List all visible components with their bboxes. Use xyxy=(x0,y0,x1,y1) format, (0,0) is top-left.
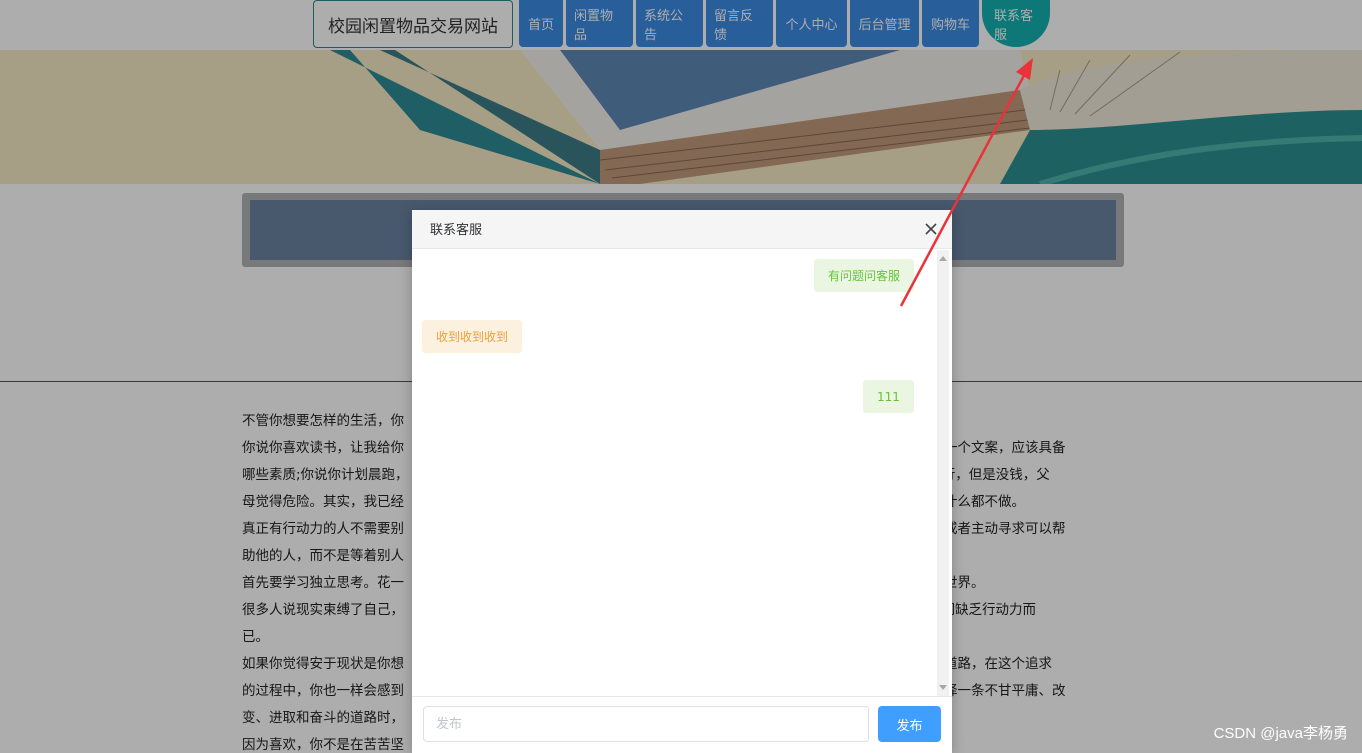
chat-scrollbar[interactable] xyxy=(937,250,949,696)
contact-service-dialog: 联系客服 有问题问客服 收到收到收到 111 发布 xyxy=(412,210,952,753)
dialog-title: 联系客服 xyxy=(430,223,483,238)
chat-message-received: 收到收到收到 xyxy=(422,320,523,353)
message-input-bar: 发布 xyxy=(412,696,952,753)
dialog-header: 联系客服 xyxy=(412,210,952,249)
scroll-down-arrow-icon[interactable] xyxy=(939,685,947,690)
watermark: CSDN @java李杨勇 xyxy=(1213,725,1348,742)
close-icon[interactable] xyxy=(924,222,938,236)
message-input[interactable] xyxy=(423,706,869,742)
chat-message-sent: 111 xyxy=(863,380,914,413)
chat-message-sent: 有问题问客服 xyxy=(814,259,915,292)
scroll-up-arrow-icon[interactable] xyxy=(939,256,947,261)
send-button[interactable]: 发布 xyxy=(878,706,941,742)
chat-message-list[interactable]: 有问题问客服 收到收到收到 111 xyxy=(412,250,937,696)
